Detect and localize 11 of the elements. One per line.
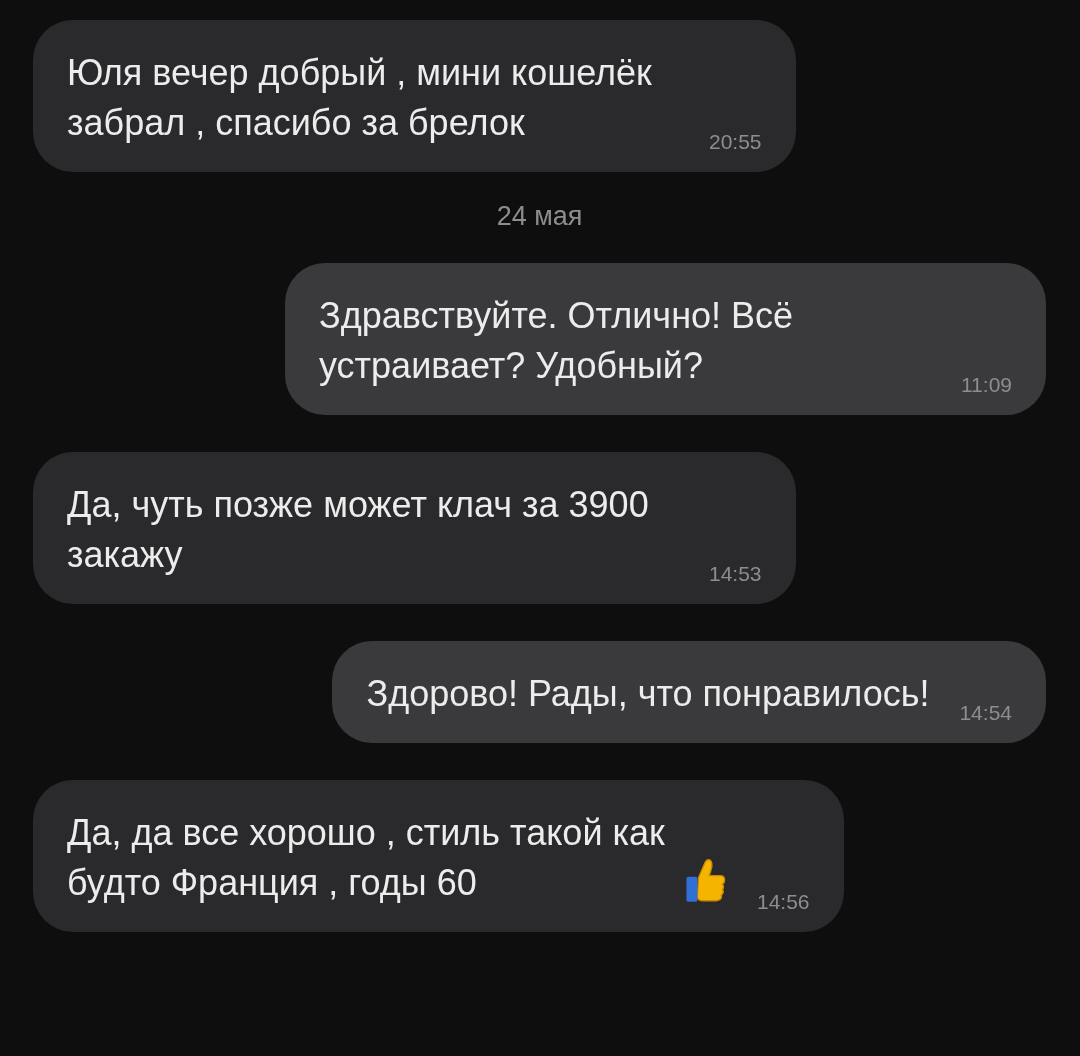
message-time: 14:53 (708, 562, 762, 586)
message-time: 11:09 (960, 373, 1012, 397)
message-time: 20:55 (708, 130, 762, 154)
message-time: 14:54 (958, 701, 1012, 725)
message-text: Да, чуть позже может клач за 3900 закажу (67, 483, 650, 577)
message-text: Да, да все хорошо , стиль такой как будто Франция , годы 60 (67, 811, 666, 905)
date-separator: 24 мая (496, 201, 583, 232)
message-time: 14:56 (756, 890, 810, 914)
message-text: Здорово! Рады, что понравилось! (366, 672, 930, 716)
message-text: Юля вечер добрый , мини кошелёк забрал , спасибо за брелок (67, 51, 653, 145)
message-text: Здравствуйте. Отлично! Всё устраивает? Удобный? (319, 294, 795, 388)
